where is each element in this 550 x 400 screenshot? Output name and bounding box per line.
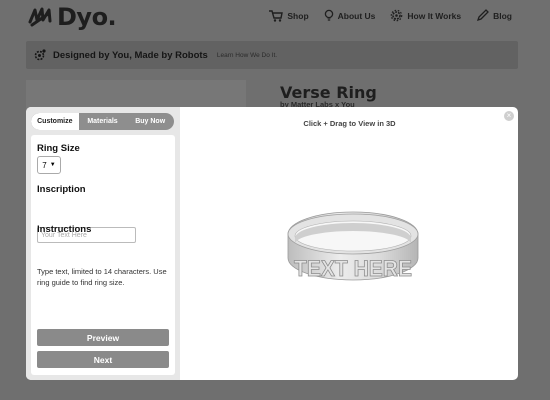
viewer-caption: Click + Drag to View in 3D: [303, 119, 396, 128]
logo-scribble-icon: [28, 7, 52, 27]
ring-size-value: 7: [42, 160, 47, 170]
site-header: Dyo. Shop About Us How It Works Blog: [0, 0, 550, 34]
nav-how-it-works-label: How It Works: [407, 10, 462, 21]
instructions-text: Type text, limited to 14 characters. Use…: [37, 267, 167, 287]
tab-customize[interactable]: Customize: [31, 113, 79, 130]
promo-banner: Designed by You, Made by Robots Learn Ho…: [26, 41, 518, 69]
instructions-label: Instructions: [37, 224, 92, 235]
tab-materials[interactable]: Materials: [79, 113, 127, 130]
banner-link[interactable]: Learn How We Do It.: [217, 52, 277, 59]
tab-buy-now[interactable]: Buy Now: [126, 113, 174, 130]
logo[interactable]: Dyo.: [28, 3, 117, 31]
ring-3d-viewer[interactable]: TEXT HERE: [284, 210, 422, 295]
nav-blog-label: Blog: [493, 10, 512, 21]
nav-blog[interactable]: Blog: [476, 9, 512, 22]
customize-panel: Customize Materials Buy Now Ring Size 7 …: [26, 107, 180, 380]
nav-shop-label: Shop: [287, 10, 309, 21]
dropdown-arrow-icon: ▼: [49, 162, 56, 168]
customize-modal: Customize Materials Buy Now Ring Size 7 …: [26, 107, 518, 380]
nav-about-us-label: About Us: [337, 10, 376, 21]
brand-name: Dyo.: [57, 3, 117, 31]
banner-title: Designed by You, Made by Robots: [53, 49, 208, 61]
next-button[interactable]: Next: [37, 351, 169, 368]
cart-icon: [269, 9, 284, 22]
customize-card: Ring Size 7 ▼ Inscription Instructions T…: [31, 135, 175, 375]
nav-how-it-works[interactable]: How It Works: [390, 9, 461, 22]
pencil-icon: [477, 9, 490, 22]
inscription-label: Inscription: [37, 184, 86, 195]
robot-gear-icon: [34, 48, 46, 60]
nav-about-us[interactable]: About Us: [324, 9, 376, 22]
preview-button[interactable]: Preview: [37, 329, 169, 346]
ring-size-label: Ring Size: [37, 143, 80, 154]
close-icon[interactable]: ×: [504, 111, 514, 121]
nav-shop[interactable]: Shop: [269, 9, 309, 22]
ring-size-select[interactable]: 7 ▼: [37, 156, 61, 174]
main-nav: Shop About Us How It Works Blog: [254, 9, 512, 22]
product-image-area: [26, 80, 246, 110]
modal-tabs: Customize Materials Buy Now: [31, 113, 174, 130]
gear-icon: [391, 9, 403, 22]
lightbulb-icon: [324, 9, 333, 21]
ring-inscription-text: TEXT HERE: [294, 256, 412, 281]
